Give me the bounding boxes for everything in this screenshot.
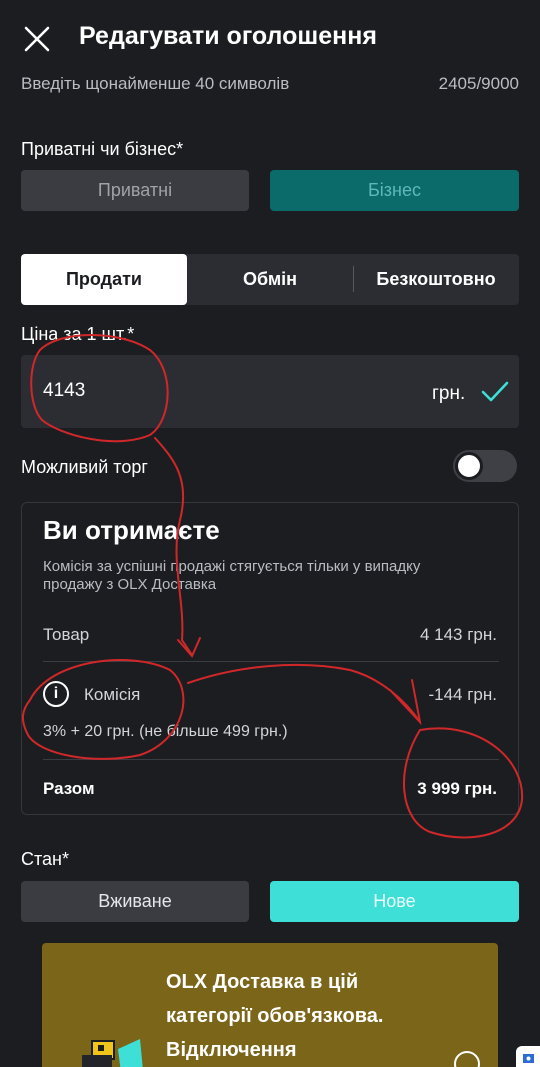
seller-type-label: Приватні чи бізнес* bbox=[21, 139, 184, 159]
checkmark-icon bbox=[480, 379, 510, 405]
item-value: 4 143 грн. bbox=[419, 625, 497, 644]
deal-type-tabs: Продати Обмін Безкоштовно bbox=[21, 254, 519, 305]
character-counter: 2405/9000 bbox=[438, 74, 519, 93]
tab-free[interactable]: Безкоштовно bbox=[353, 254, 519, 305]
page-title: Редагувати оголошення bbox=[79, 22, 377, 50]
receive-summary-card: Ви отримаєте Комісія за успішні продажі … bbox=[21, 502, 519, 815]
price-value: 4143 bbox=[43, 380, 86, 401]
price-currency: грн. bbox=[432, 383, 466, 404]
app-corner-icon[interactable] bbox=[516, 1046, 540, 1067]
delivery-banner-text: OLX Доставка в цій категорії обов'язкова… bbox=[166, 971, 384, 1061]
divider bbox=[43, 661, 499, 662]
seller-private-button[interactable]: Приватні bbox=[21, 170, 249, 211]
item-label: Товар bbox=[43, 625, 90, 644]
info-icon[interactable]: i bbox=[43, 681, 69, 707]
seller-business-button[interactable]: Бізнес bbox=[270, 170, 519, 211]
negotiable-toggle[interactable] bbox=[453, 450, 517, 482]
divider bbox=[43, 759, 499, 760]
info-icon[interactable] bbox=[454, 1051, 480, 1067]
price-label: Ціна за 1 шт.* bbox=[21, 324, 135, 344]
condition-used-button[interactable]: Вживане bbox=[21, 881, 249, 922]
price-input[interactable]: 4143 грн. bbox=[21, 355, 519, 428]
delivery-illustration-icon bbox=[78, 1031, 158, 1067]
tab-exchange-label: Обмін bbox=[242, 269, 298, 289]
description-hint: Введіть щонайменше 40 символів bbox=[21, 74, 290, 93]
tab-exchange[interactable]: Обмін bbox=[187, 254, 353, 305]
fee-label: Комісія bbox=[84, 685, 141, 704]
tab-separator bbox=[353, 266, 354, 292]
delivery-banner: OLX Доставка в цій категорії обов'язкова… bbox=[42, 943, 498, 1067]
condition-label: Стан* bbox=[21, 849, 69, 869]
total-label: Разом bbox=[43, 779, 95, 798]
receive-title: Ви отримаєте bbox=[43, 515, 220, 545]
commission-note: Комісія за успішні продажі стягується ті… bbox=[43, 558, 421, 593]
toggle-knob bbox=[455, 452, 483, 480]
close-icon[interactable] bbox=[22, 24, 52, 54]
fee-detail: 3% + 20 грн. (не більше 499 грн.) bbox=[43, 723, 288, 740]
negotiable-label: Можливий торг bbox=[21, 457, 148, 477]
fee-value: -144 грн. bbox=[428, 685, 497, 704]
tab-free-label: Безкоштовно bbox=[376, 269, 496, 289]
total-value: 3 999 грн. bbox=[417, 779, 497, 798]
tab-sell[interactable]: Продати bbox=[21, 254, 187, 305]
condition-new-button[interactable]: Нове bbox=[270, 881, 519, 922]
